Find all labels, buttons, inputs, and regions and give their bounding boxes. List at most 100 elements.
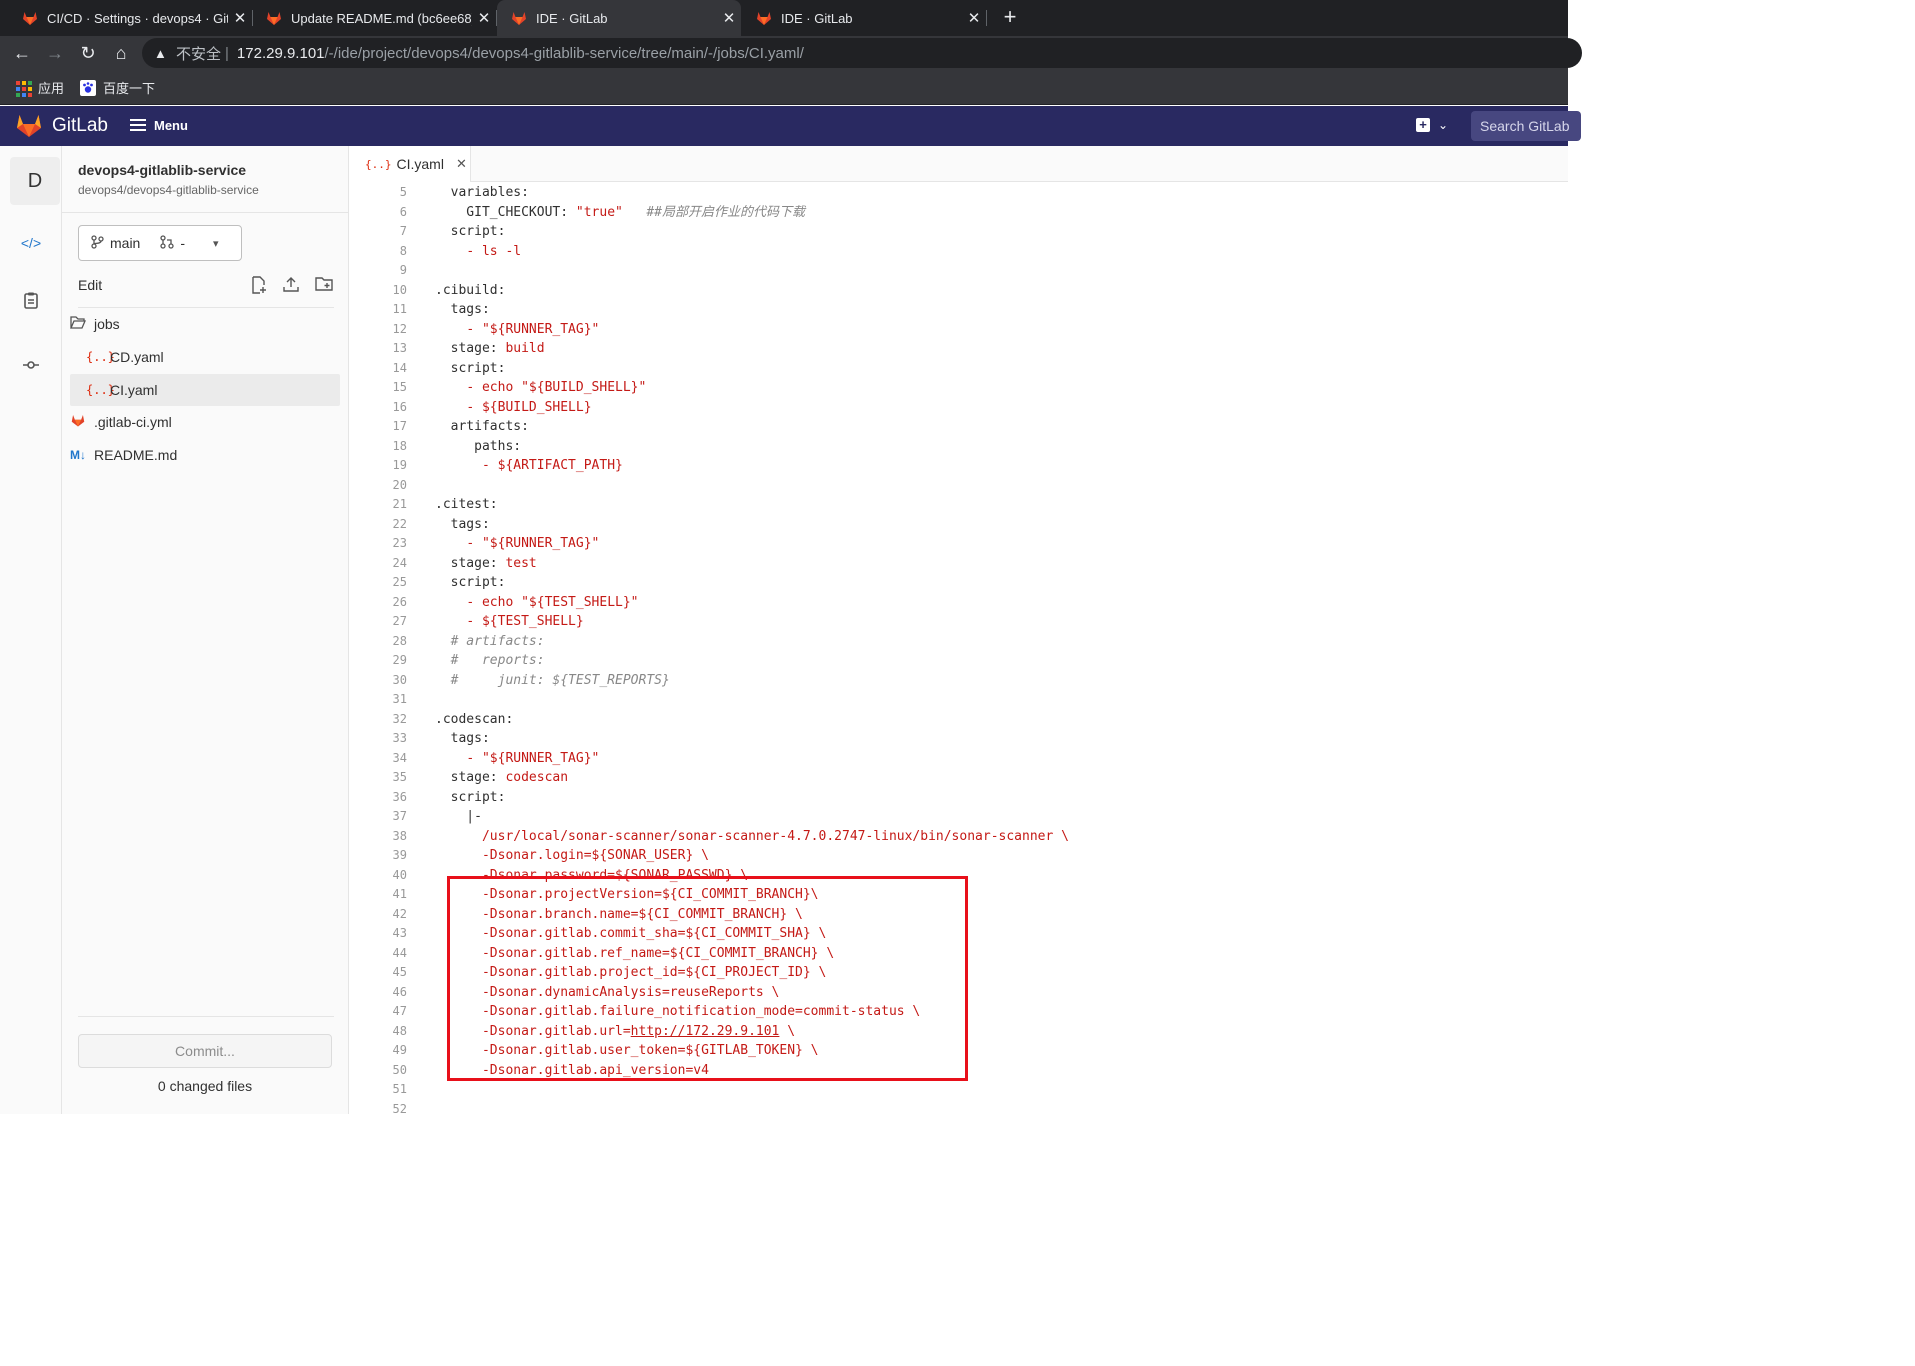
code-line: 31 [349,690,1568,710]
gitlab-favicon-icon [23,12,37,25]
code-line: 6 GIT_CHECKOUT: "true" ##局部开启作业的代码下载 [349,203,1568,223]
code-icon[interactable]: </> [14,226,48,260]
tree-item-label: CI.yaml [110,382,158,398]
yaml-file-icon: {..} [86,383,115,397]
code-token: script: [435,789,506,805]
line-number: 25 [392,575,407,589]
gitlab-home-link[interactable]: GitLab [16,113,108,138]
branch-name: main [110,235,141,251]
line-number: 48 [392,1023,407,1038]
line-content: /usr/local/sonar-scanner/sonar-scanner-4… [435,827,1069,847]
code-token: script: [435,575,506,590]
editor-tab-ci-yaml[interactable]: {..} CI.yaml ✕ [349,146,471,182]
code-line: 38 /usr/local/sonar-scanner/sonar-scanne… [349,827,1568,847]
line-number: 9 [399,263,407,277]
browser-tab[interactable]: IDE · GitLab ✕ [742,0,987,36]
tree-file-ci-yaml[interactable]: {..} CI.yaml [70,374,340,406]
line-content: tags: [435,300,490,320]
code-token: - "${RUNNER_TAG}" [466,321,600,337]
new-directory-icon[interactable] [313,276,335,298]
bookmark-baidu[interactable]: 百度一下 [80,78,155,97]
line-number: 16 [392,399,407,414]
gitlab-logo-icon [17,115,41,137]
project-name[interactable]: devops4-gitlablib-service [78,162,246,178]
close-tab-icon[interactable]: ✕ [717,9,741,27]
editor-tab-bar: {..} CI.yaml ✕ [349,146,1568,182]
line-content: - "${RUNNER_TAG}" [435,320,599,340]
browser-tab-active[interactable]: IDE · GitLab ✕ [497,0,741,36]
apps-grid-icon [15,80,32,97]
new-dropdown-button[interactable]: + ⌄ [1416,118,1448,132]
line-content: tags: [435,515,490,535]
line-content: # junit: ${TEST_REPORTS} [435,671,670,691]
highlight-annotation-box [447,876,968,1081]
gitlab-favicon-icon [512,12,526,25]
close-tab-icon[interactable]: ✕ [228,9,252,27]
code-token: script: [435,360,506,376]
code-line: 16 - ${BUILD_SHELL} [349,398,1568,418]
new-file-icon[interactable] [248,276,270,298]
line-number: 39 [392,848,407,862]
line-content: - ls -l [435,242,521,262]
tree-file-readme[interactable]: M↓ README.md [70,439,340,471]
plus-square-icon: + [1416,118,1430,132]
code-token: script: [435,224,506,239]
clipboard-icon[interactable] [14,287,48,321]
close-tab-icon[interactable]: ✕ [962,9,986,27]
line-content: - echo "${TEST_SHELL}" [435,593,638,613]
code-token: -Dsonar.login=${SONAR_USER} \ [435,848,709,863]
code-line: 25 script: [349,573,1568,593]
line-number: 12 [392,321,407,336]
commit-icon[interactable] [14,348,48,382]
close-icon[interactable]: ✕ [456,156,467,172]
browser-tab[interactable]: CI/CD · Settings · devops4 · GitLab ✕ [8,0,253,36]
new-tab-button[interactable]: + [996,4,1024,32]
browser-tab[interactable]: Update README.md (bc6ee68) · Commits ✕ [252,0,497,36]
upload-icon[interactable] [280,276,302,298]
close-tab-icon[interactable]: ✕ [472,9,496,27]
bookmark-apps[interactable]: 应用 [15,78,64,97]
tree-folder-jobs[interactable]: jobs [70,308,340,340]
code-token: tags: [435,302,490,317]
line-number: 42 [392,906,407,921]
line-number: 45 [392,965,407,979]
code-token: stage: [435,555,506,571]
line-content: variables: [435,183,529,203]
line-number: 20 [392,477,407,492]
code-token: ##局部开启作业的代码下载 [646,204,805,220]
search-input[interactable]: Search GitLab [1471,111,1581,141]
back-icon[interactable]: ← [8,39,36,67]
url-host: 172.29.9.101 [236,44,325,62]
forward-icon[interactable]: → [41,39,69,67]
line-number: 11 [392,302,407,316]
code-token: .citest: [435,497,498,512]
branch-selector[interactable]: main - ▾ [78,225,242,261]
project-avatar[interactable]: D [10,157,60,205]
browser-tab-title: Update README.md (bc6ee68) · Commits [291,10,472,26]
line-content: stage: codescan [435,768,568,788]
folder-open-icon [70,316,86,332]
tree-file-gitlab-ci[interactable]: .gitlab-ci.yml [70,406,340,438]
tree-file-cd-yaml[interactable]: {..} CD.yaml [70,341,340,373]
code-line: 22 tags: [349,515,1568,535]
menu-button[interactable]: Menu [130,116,188,134]
address-bar[interactable]: ▲ 不安全 | 172.29.9.101 /-/ide/project/devo… [142,38,1582,68]
merge-request-icon [160,234,175,252]
line-number: 43 [392,926,407,940]
browser-tab-title: IDE · GitLab [781,10,853,26]
code-token: build [505,341,545,356]
code-token: GIT_CHECKOUT: [435,204,576,220]
code-token: # reports: [435,653,545,668]
code-line: 35 stage: codescan [349,768,1568,788]
code-line: 39 -Dsonar.login=${SONAR_USER} \ [349,846,1568,866]
line-number: 22 [392,516,407,531]
yaml-file-icon: {..} [86,350,115,364]
commit-button[interactable]: Commit... [78,1034,332,1068]
reload-icon[interactable]: ↻ [74,39,102,67]
tree-item-label: README.md [94,447,178,463]
home-icon[interactable]: ⌂ [107,39,135,67]
